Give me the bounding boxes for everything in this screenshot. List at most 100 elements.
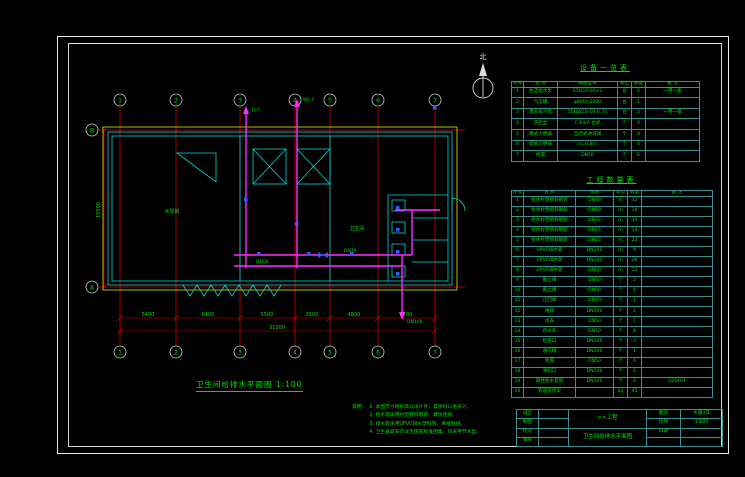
table-cell: 个	[613, 366, 628, 378]
table-cell	[641, 296, 713, 308]
svg-text:5: 5	[328, 97, 332, 104]
table-cell: 一用一备	[645, 107, 700, 120]
table-cell: 个	[613, 336, 628, 348]
svg-text:31300: 31300	[269, 325, 285, 331]
titleblock-cell	[538, 427, 569, 438]
svg-text:2: 2	[174, 349, 178, 356]
table-header-cell: 序号	[511, 81, 524, 88]
table-cell: 10	[511, 286, 524, 298]
table-cell: 1	[631, 97, 646, 109]
table-cell: 个	[617, 129, 632, 141]
svg-text:3500: 3500	[306, 312, 319, 318]
table-cell: 4	[511, 118, 524, 131]
table-cell: DN15	[575, 235, 614, 247]
titleblock-cell: 日期	[646, 427, 681, 438]
titleblock-cell	[646, 436, 681, 448]
table-cell: 1	[511, 195, 524, 207]
table-row: 3 潜水排污泵 50QW10-10-0.75 台 2 一用一备	[511, 107, 700, 120]
table-cell: 10	[627, 215, 642, 227]
table-cell: DN100	[575, 346, 614, 358]
table-cell: 4	[631, 118, 646, 131]
table-cell	[641, 366, 713, 378]
titleblock-cell: 审核	[516, 436, 539, 448]
table-cell: 5	[511, 235, 524, 247]
table-cell: 22	[627, 235, 642, 247]
table-cell: DN50	[575, 286, 614, 298]
table-cell	[641, 356, 713, 368]
table-cell: DN50	[575, 205, 614, 217]
table-cell: 1	[511, 86, 524, 99]
svg-text:5400: 5400	[142, 312, 155, 318]
table-cell: 个	[617, 118, 632, 131]
table-row: 9 截止阀 DN70 个 2	[511, 276, 713, 288]
titleblock-cell: 1:100	[680, 418, 723, 429]
table-cell: 个	[613, 316, 628, 328]
table-cell: 25LG3-10×3	[557, 86, 618, 99]
table-cell: DN100	[575, 366, 614, 378]
svg-text:4: 4	[293, 349, 297, 356]
table-cell: UPVC排水管	[523, 245, 576, 257]
table-cell: DN50	[557, 150, 618, 162]
table-row: 6 UPVC排水管 DN150 m 9	[511, 245, 713, 257]
table-cell: DN50	[575, 266, 614, 278]
table-row: 15 检查口 DN100 个 3	[511, 336, 713, 348]
note-item: 3. 排水管采用UPVC排水塑料管，承插粘接。	[369, 421, 466, 427]
table-cell: DN50	[575, 356, 614, 368]
table-cell: m	[613, 205, 628, 217]
table-cell: DN100	[575, 306, 614, 318]
svg-text:B: B	[90, 127, 94, 134]
titleblock-cell: 设计	[516, 408, 539, 420]
table-cell: 14	[627, 225, 642, 237]
table-cell: 26	[627, 255, 642, 268]
svg-text:15500: 15500	[96, 202, 102, 218]
table-cell: 2	[631, 107, 646, 120]
table-cell: 蹲式大便器	[523, 129, 558, 141]
note-item: 2. 给水管采用衬塑镀锌钢管，螺纹连接。	[369, 413, 458, 419]
table-row: 1 给水衬塑镀锌钢管 DN70 m 12	[511, 195, 713, 207]
table-cell: 7	[511, 255, 524, 268]
notes-heading: 说明：	[352, 405, 367, 410]
svg-text:1: 1	[118, 349, 122, 356]
table-cell: DN100	[575, 336, 614, 348]
svg-text:DN100: DN100	[407, 319, 423, 325]
titleblock-cell	[680, 427, 723, 438]
table-cell: 截止阀	[523, 286, 576, 298]
table-cell: 8	[627, 326, 642, 338]
table-cell: 个	[613, 286, 628, 298]
table-cell: 18	[511, 366, 524, 378]
table-row: 1 生活给水泵 25LG3-10×3 台 2 一用一备	[511, 86, 700, 99]
svg-text:3: 3	[238, 97, 242, 104]
table-row: 13 水表 DN50 个 1	[511, 316, 713, 328]
table-cell: m	[613, 235, 628, 247]
svg-text:DN70: DN70	[344, 248, 357, 254]
table-cell: 12	[627, 266, 642, 278]
table-cell: 截止阀	[523, 276, 576, 288]
titleblock-drawing-name: 卫生间给排水平面图	[568, 427, 647, 447]
table-cell: 4	[631, 139, 646, 152]
table-cell: 19	[511, 376, 524, 388]
table-cell: 个	[613, 326, 628, 338]
table-cell: 通气帽	[523, 346, 576, 358]
table-row: 5 给水衬塑镀锌钢管 DN15 m 22	[511, 235, 713, 247]
svg-text:7: 7	[433, 349, 437, 356]
titleblock-cell: 水施-01	[680, 408, 723, 420]
table-cell: 13	[511, 316, 524, 328]
table-cell	[645, 118, 700, 131]
valve-markers	[244, 106, 437, 276]
table-cell: 3	[511, 107, 524, 120]
table-row: 17 地漏 DN50 个 6	[511, 356, 713, 368]
table-cell: 台	[617, 97, 632, 109]
note-item: 4. 卫生器具安装详见国家标准图集，均采用节水型。	[369, 429, 482, 435]
table-cell	[641, 215, 713, 227]
table-cell: DN100	[575, 255, 614, 268]
table-cell: 台	[617, 86, 632, 99]
table-cell: 3	[627, 336, 642, 348]
table-cell: DN70	[575, 195, 614, 207]
table-cell: 自闭式冲洗阀	[557, 129, 618, 141]
table-cell: DN150	[575, 245, 614, 257]
table-row: 14 存水弯 DN50 个 8	[511, 326, 713, 338]
table-row: 20 管道支吊架 kg 45	[511, 386, 713, 399]
table-cell: DN50	[575, 326, 614, 338]
table-row: 12 闸阀 DN100 个 2	[511, 306, 713, 318]
svg-text:6: 6	[376, 97, 380, 104]
